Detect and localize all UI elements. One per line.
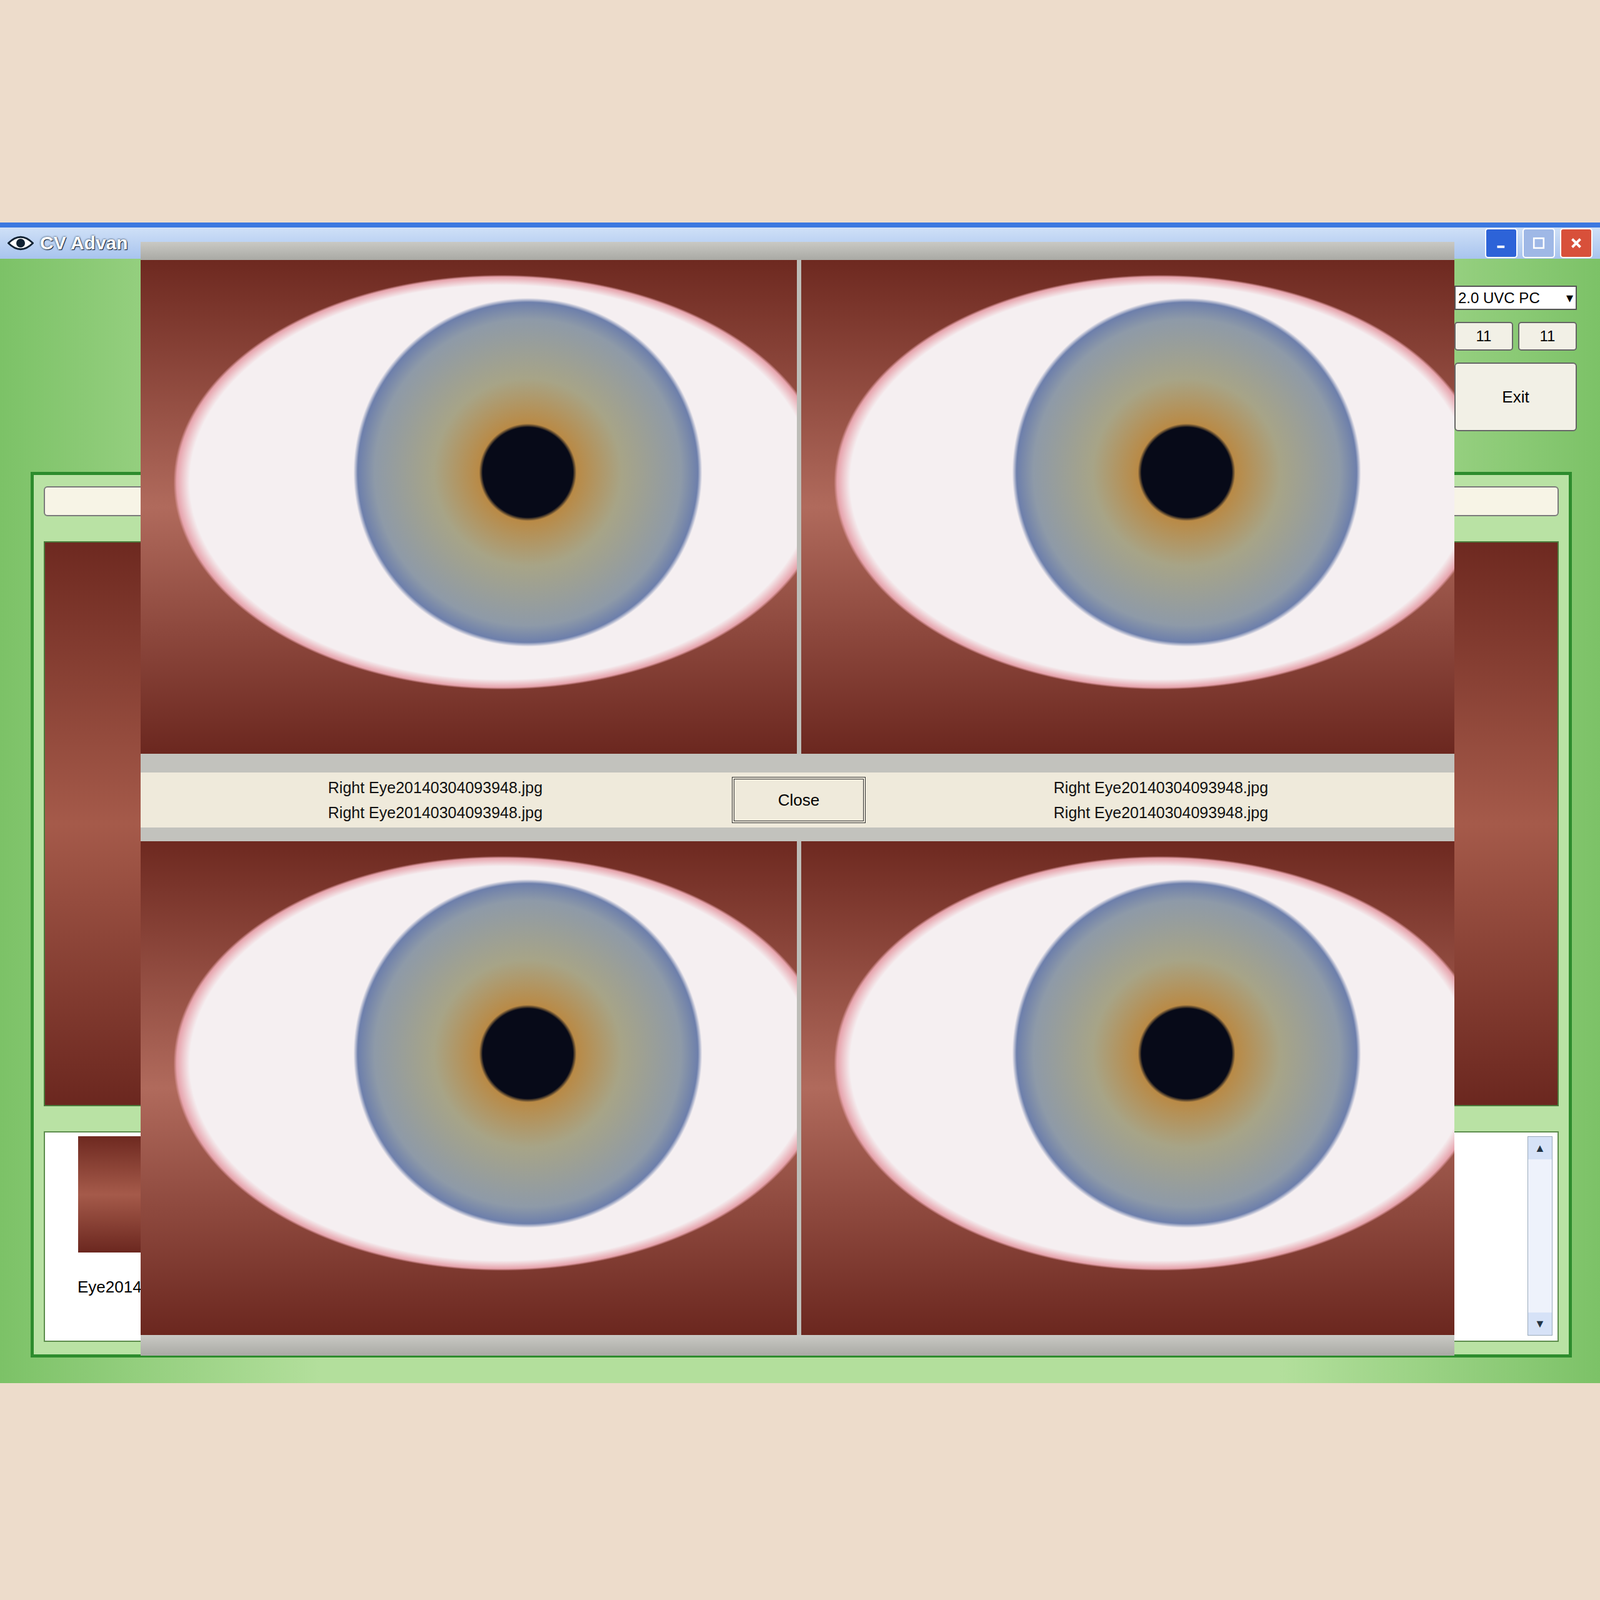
caption-column: Right Eye20140304093948.jpgRight Eye2014… (140, 772, 730, 828)
control-button[interactable]: 11 (1518, 321, 1577, 351)
dialog-top-bar (140, 241, 1455, 260)
thumbnail-photo (78, 1136, 141, 1253)
eye-icon (7, 234, 34, 252)
caption-strip: Right Eye20140304093948.jpgRight Eye2014… (140, 753, 1455, 842)
exit-button[interactable]: Exit (1454, 362, 1577, 432)
minimize-button[interactable] (1485, 228, 1518, 259)
file-caption: Right Eye20140304093948.jpg (328, 800, 543, 825)
eye-photo (140, 841, 797, 1335)
thumbnail-caption: Eye2014 (77, 1277, 142, 1297)
maximize-button[interactable] (1522, 228, 1555, 259)
scrollbar[interactable]: ▲▼ (1527, 1136, 1553, 1336)
photo-row (140, 841, 1455, 1335)
window-title: CV Advan (40, 232, 129, 254)
dropdown-arrow-icon: ▾ (1566, 290, 1574, 307)
thumbnail-item[interactable]: Eye2014 (52, 1136, 142, 1336)
scroll-down-icon[interactable]: ▼ (1528, 1312, 1552, 1335)
eye-photo (801, 841, 1455, 1335)
control-button[interactable]: 11 (1454, 321, 1514, 351)
eye-photo (801, 260, 1455, 754)
photo-row (140, 260, 1455, 754)
close-wrap: Close (730, 776, 868, 824)
window-buttons (1485, 228, 1593, 259)
dialog-bottom-bar (140, 1335, 1455, 1356)
device-label: 2.0 UVC PC (1458, 289, 1540, 307)
close-button[interactable] (1560, 228, 1593, 259)
button-row: 1111 (1454, 321, 1577, 351)
desktop: CV Advan2.0 UVC PC▾1111ExitEye2014▲▼Righ… (0, 0, 1600, 1600)
file-caption: Right Eye20140304093948.jpg (1053, 800, 1269, 825)
close-button[interactable]: Close (731, 776, 866, 824)
image-compare-dialog: Right Eye20140304093948.jpgRight Eye2014… (140, 241, 1455, 1356)
maximize-icon (1530, 235, 1547, 252)
file-caption: Right Eye20140304093948.jpg (1053, 775, 1269, 800)
caption-column: Right Eye20140304093948.jpgRight Eye2014… (867, 772, 1455, 828)
controls: 2.0 UVC PC ▾ 1111 Exit (1454, 285, 1577, 432)
file-caption: Right Eye20140304093948.jpg (328, 775, 543, 800)
device-dropdown[interactable]: 2.0 UVC PC ▾ (1454, 285, 1577, 310)
eye-photo (140, 260, 797, 754)
scroll-track (1528, 1159, 1552, 1313)
scroll-up-icon[interactable]: ▲ (1528, 1136, 1552, 1160)
close-icon (1568, 235, 1585, 252)
minimize-icon (1493, 235, 1510, 252)
